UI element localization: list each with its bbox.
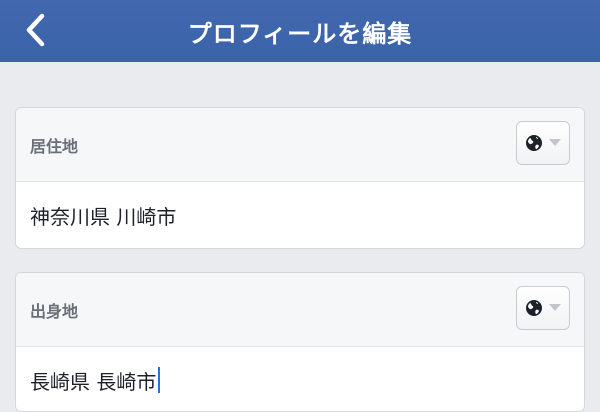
globe-icon (526, 300, 542, 316)
globe-icon (526, 135, 542, 151)
hometown-value: 長崎県 長崎市 (30, 369, 157, 394)
chevron-down-icon (549, 139, 561, 146)
hometown-card: 出身地 長崎県 長崎市 (15, 272, 585, 412)
chevron-down-icon (549, 304, 561, 311)
residence-field[interactable]: 神奈川県 川崎市 (16, 182, 584, 248)
residence-value: 神奈川県 川崎市 (30, 204, 177, 229)
nav-bar: プロフィールを編集 (0, 0, 600, 62)
hometown-field[interactable]: 長崎県 長崎市 (16, 347, 584, 411)
residence-card: 居住地 神奈川県 川崎市 (15, 107, 585, 249)
chevron-left-icon (26, 13, 45, 47)
back-button[interactable] (14, 6, 58, 54)
hometown-card-header: 出身地 (16, 273, 584, 347)
page-title: プロフィールを編集 (187, 19, 413, 48)
residence-label: 居住地 (30, 136, 79, 156)
hometown-label: 出身地 (30, 301, 79, 321)
residence-privacy-button[interactable] (516, 121, 570, 165)
hometown-privacy-button[interactable] (516, 286, 570, 330)
text-caret (158, 367, 161, 393)
residence-card-header: 居住地 (16, 108, 584, 182)
